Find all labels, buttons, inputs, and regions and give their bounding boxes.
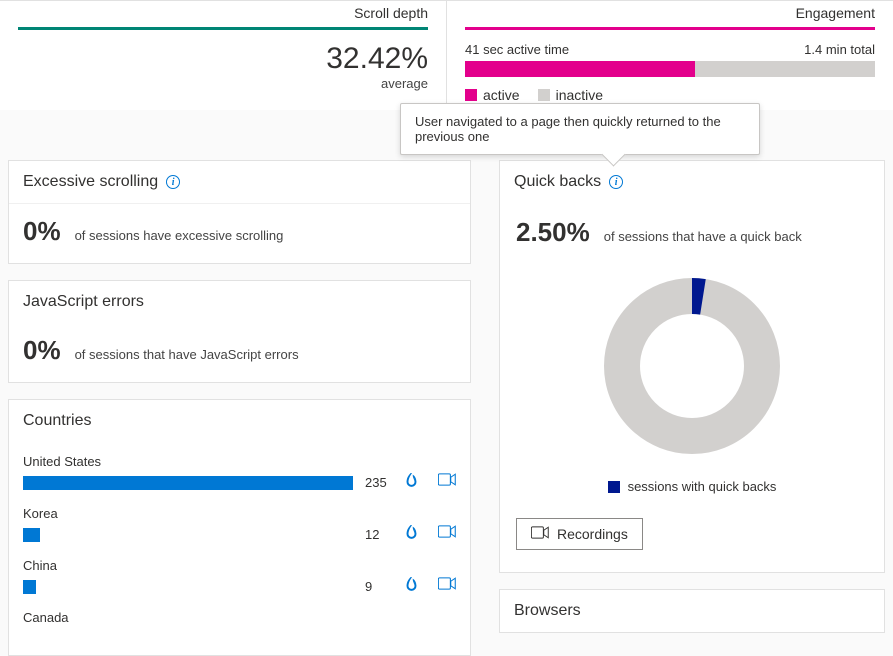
country-name: Korea bbox=[23, 506, 456, 521]
js-errors-title: JavaScript errors bbox=[23, 293, 144, 311]
engagement-title: Engagement bbox=[465, 5, 875, 27]
excessive-scrolling-body: 0% of sessions have excessive scrolling bbox=[9, 204, 470, 263]
info-icon[interactable]: i bbox=[609, 175, 623, 189]
engagement-total-time: 1.4 min total bbox=[804, 42, 875, 57]
country-row: Canada bbox=[23, 610, 456, 625]
excessive-scrolling-label: of sessions have excessive scrolling bbox=[75, 228, 284, 243]
scroll-depth-title: Scroll depth bbox=[18, 5, 428, 27]
tooltip-text: User navigated to a page then quickly re… bbox=[415, 114, 721, 144]
heatmap-icon[interactable] bbox=[405, 525, 418, 544]
engagement-legend: active inactive bbox=[465, 87, 875, 103]
top-metrics-row: Scroll depth 32.42% average Engagement 4… bbox=[0, 0, 893, 110]
excessive-scrolling-value: 0% bbox=[23, 216, 61, 247]
excessive-scrolling-title: Excessive scrolling bbox=[23, 173, 158, 191]
country-count: 9 bbox=[365, 579, 393, 594]
quick-backs-card: Quick backs i 2.50% of sessions that hav… bbox=[499, 160, 885, 573]
countries-title: Countries bbox=[23, 412, 91, 430]
country-row: Korea 12 bbox=[23, 506, 456, 544]
quick-backs-body: 2.50% of sessions that have a quick back… bbox=[500, 203, 884, 572]
quick-backs-donut bbox=[516, 266, 868, 469]
legend-inactive-label: inactive bbox=[556, 87, 603, 103]
engagement-bar-fill bbox=[465, 61, 695, 77]
country-row: United States 235 bbox=[23, 454, 456, 492]
swatch-active bbox=[465, 89, 477, 101]
country-bar-track bbox=[23, 476, 353, 490]
country-bar-track bbox=[23, 580, 353, 594]
engagement-panel: Engagement 41 sec active time 1.4 min to… bbox=[447, 1, 893, 110]
quick-backs-tooltip: User navigated to a page then quickly re… bbox=[400, 103, 760, 155]
heatmap-icon[interactable] bbox=[405, 577, 418, 596]
quick-backs-title: Quick backs bbox=[514, 173, 601, 191]
legend-inactive: inactive bbox=[538, 87, 603, 103]
quick-backs-legend-label: sessions with quick backs bbox=[628, 479, 777, 494]
recordings-button[interactable]: Recordings bbox=[516, 518, 643, 550]
country-count: 12 bbox=[365, 527, 393, 542]
swatch-inactive bbox=[538, 89, 550, 101]
engagement-bar bbox=[465, 61, 875, 77]
camera-icon bbox=[531, 526, 549, 542]
engagement-underline bbox=[465, 27, 875, 30]
country-count: 235 bbox=[365, 475, 393, 490]
swatch-navy bbox=[608, 481, 620, 493]
country-bar-track bbox=[23, 528, 353, 542]
scroll-depth-underline bbox=[18, 27, 428, 30]
js-errors-label: of sessions that have JavaScript errors bbox=[75, 347, 299, 362]
left-column: Excessive scrolling i 0% of sessions hav… bbox=[8, 160, 471, 656]
quick-backs-legend: sessions with quick backs bbox=[516, 479, 868, 494]
country-bar-row: 235 bbox=[23, 473, 456, 492]
quick-backs-label: of sessions that have a quick back bbox=[604, 229, 802, 244]
recordings-button-label: Recordings bbox=[557, 526, 628, 542]
engagement-times: 41 sec active time 1.4 min total bbox=[465, 42, 875, 57]
country-name: China bbox=[23, 558, 456, 573]
engagement-active-time: 41 sec active time bbox=[465, 42, 569, 57]
country-bar bbox=[23, 528, 40, 542]
browsers-card: Browsers bbox=[499, 589, 885, 633]
country-row: China 9 bbox=[23, 558, 456, 596]
browsers-title: Browsers bbox=[514, 602, 581, 620]
js-errors-card: JavaScript errors 0% of sessions that ha… bbox=[8, 280, 471, 383]
country-bar bbox=[23, 476, 353, 490]
info-icon[interactable]: i bbox=[166, 175, 180, 189]
country-bar-row: 12 bbox=[23, 525, 456, 544]
recordings-icon[interactable] bbox=[438, 525, 456, 544]
legend-active-label: active bbox=[483, 87, 520, 103]
quick-backs-value: 2.50% bbox=[516, 217, 590, 248]
heatmap-icon[interactable] bbox=[405, 473, 418, 492]
country-name: Canada bbox=[23, 610, 456, 625]
recordings-icon[interactable] bbox=[438, 473, 456, 492]
country-bar bbox=[23, 580, 36, 594]
right-column: Quick backs i 2.50% of sessions that hav… bbox=[499, 160, 885, 633]
recordings-icon[interactable] bbox=[438, 577, 456, 596]
main-grid: Excessive scrolling i 0% of sessions hav… bbox=[0, 110, 893, 656]
countries-body: United States 235 Korea 12 China 9 Canada bbox=[9, 442, 470, 655]
legend-active: active bbox=[465, 87, 520, 103]
js-errors-value: 0% bbox=[23, 335, 61, 366]
scroll-depth-panel: Scroll depth 32.42% average bbox=[0, 1, 447, 110]
country-name: United States bbox=[23, 454, 456, 469]
countries-header: Countries bbox=[9, 400, 470, 442]
scroll-depth-value: 32.42% bbox=[18, 42, 428, 76]
excessive-scrolling-header: Excessive scrolling i bbox=[9, 161, 470, 204]
quick-backs-header: Quick backs i bbox=[500, 161, 884, 203]
js-errors-body: 0% of sessions that have JavaScript erro… bbox=[9, 323, 470, 382]
browsers-header: Browsers bbox=[500, 590, 884, 632]
countries-card: Countries United States235Korea12China9C… bbox=[8, 399, 471, 656]
excessive-scrolling-card: Excessive scrolling i 0% of sessions hav… bbox=[8, 160, 471, 264]
country-bar-row: 9 bbox=[23, 577, 456, 596]
js-errors-header: JavaScript errors bbox=[9, 281, 470, 323]
scroll-depth-sub: average bbox=[18, 76, 428, 91]
